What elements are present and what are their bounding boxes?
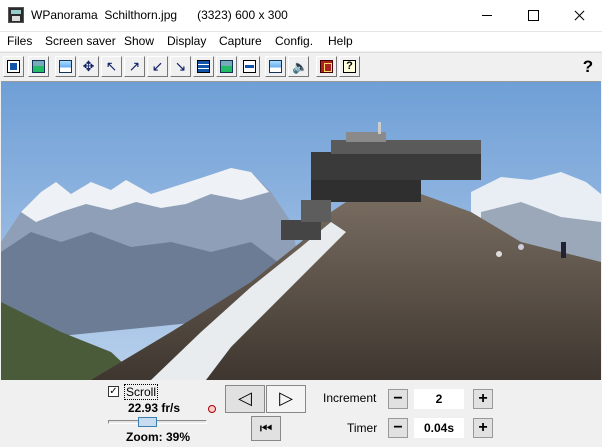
help-topic-button[interactable]: ? <box>339 56 360 77</box>
book-button[interactable] <box>316 56 337 77</box>
expand-right-button[interactable]: ↗ <box>124 56 145 77</box>
landscape-icon <box>269 60 282 73</box>
speaker-icon: 🔈 <box>292 59 309 74</box>
increment-minus-button[interactable]: − <box>388 389 408 409</box>
help-icon: ? <box>343 60 356 73</box>
open-file-icon <box>7 60 20 73</box>
increment-plus-button[interactable]: + <box>473 389 493 409</box>
zoom-readout: Zoom: 39% <box>126 430 191 444</box>
book-icon <box>320 60 333 73</box>
menu-files[interactable]: Files <box>7 34 32 48</box>
move-button[interactable]: ✥ <box>78 56 99 77</box>
speaker-button[interactable]: 🔈 <box>288 56 309 77</box>
record-icon[interactable] <box>208 405 216 413</box>
menu-bar: Files Screen saver Show Display Capture … <box>0 32 602 51</box>
shrink-left-icon: ↖ <box>105 58 118 74</box>
shrink-down-icon: ↙ <box>151 58 164 74</box>
rewind-button[interactable]: ⏮ <box>251 416 281 441</box>
timer-value[interactable]: 0.04s <box>414 418 464 438</box>
timer-minus-button[interactable]: − <box>388 418 408 438</box>
fit-icon <box>59 60 72 73</box>
title-bar: WPanorama Schilthorn.jpg (3323) 600 x 30… <box>0 0 602 32</box>
toolbar: ✥ ↖ ↗ ↙ ↘ 🔈 ? ? <box>0 52 602 80</box>
expand-right-icon: ↗ <box>128 58 141 74</box>
minimize-button[interactable] <box>464 0 510 31</box>
timer-label: Timer <box>347 421 378 435</box>
previous-button[interactable]: ◁ <box>225 385 265 413</box>
menu-capture[interactable]: Capture <box>219 34 262 48</box>
landscape-button[interactable] <box>265 56 286 77</box>
close-button[interactable] <box>556 0 602 31</box>
panorama-large-icon <box>220 60 233 73</box>
image-icon <box>32 60 45 73</box>
menu-show[interactable]: Show <box>124 34 154 48</box>
menu-help[interactable]: Help <box>328 34 353 48</box>
increment-value[interactable]: 2 <box>414 389 464 409</box>
scroll-checkbox[interactable]: ✓ <box>108 386 119 397</box>
panorama-large-button[interactable] <box>216 56 237 77</box>
panorama-small-icon <box>197 60 210 73</box>
panorama-view[interactable] <box>1 81 601 380</box>
panorama-small-button[interactable] <box>193 56 214 77</box>
zoom-slider-thumb[interactable] <box>138 417 157 427</box>
flat-icon <box>243 60 256 73</box>
zoom-slider[interactable] <box>108 420 207 424</box>
shrink-left-button[interactable]: ↖ <box>101 56 122 77</box>
speed-readout: 22.93 fr/s <box>128 401 181 415</box>
context-help-button[interactable]: ? <box>578 56 598 77</box>
move-icon: ✥ <box>82 58 95 74</box>
menu-display[interactable]: Display <box>167 34 206 48</box>
expand-down-button[interactable]: ↘ <box>170 56 191 77</box>
maximize-button[interactable] <box>510 0 556 31</box>
panorama-image <box>1 82 601 380</box>
app-icon <box>8 7 24 23</box>
fit-button[interactable] <box>55 56 76 77</box>
shrink-down-button[interactable]: ↙ <box>147 56 168 77</box>
image-button[interactable] <box>28 56 49 77</box>
scroll-label[interactable]: Scroll <box>124 384 159 400</box>
increment-label: Increment <box>323 391 377 405</box>
menu-config[interactable]: Config. <box>275 34 313 48</box>
open-file-button[interactable] <box>3 56 24 77</box>
next-button[interactable]: ▷ <box>266 385 306 413</box>
timer-plus-button[interactable]: + <box>473 418 493 438</box>
window-title: WPanorama Schilthorn.jpg (3323) 600 x 30… <box>31 8 288 22</box>
menu-screen-saver[interactable]: Screen saver <box>45 34 116 48</box>
flat-button[interactable] <box>239 56 260 77</box>
expand-down-icon: ↘ <box>174 58 187 74</box>
